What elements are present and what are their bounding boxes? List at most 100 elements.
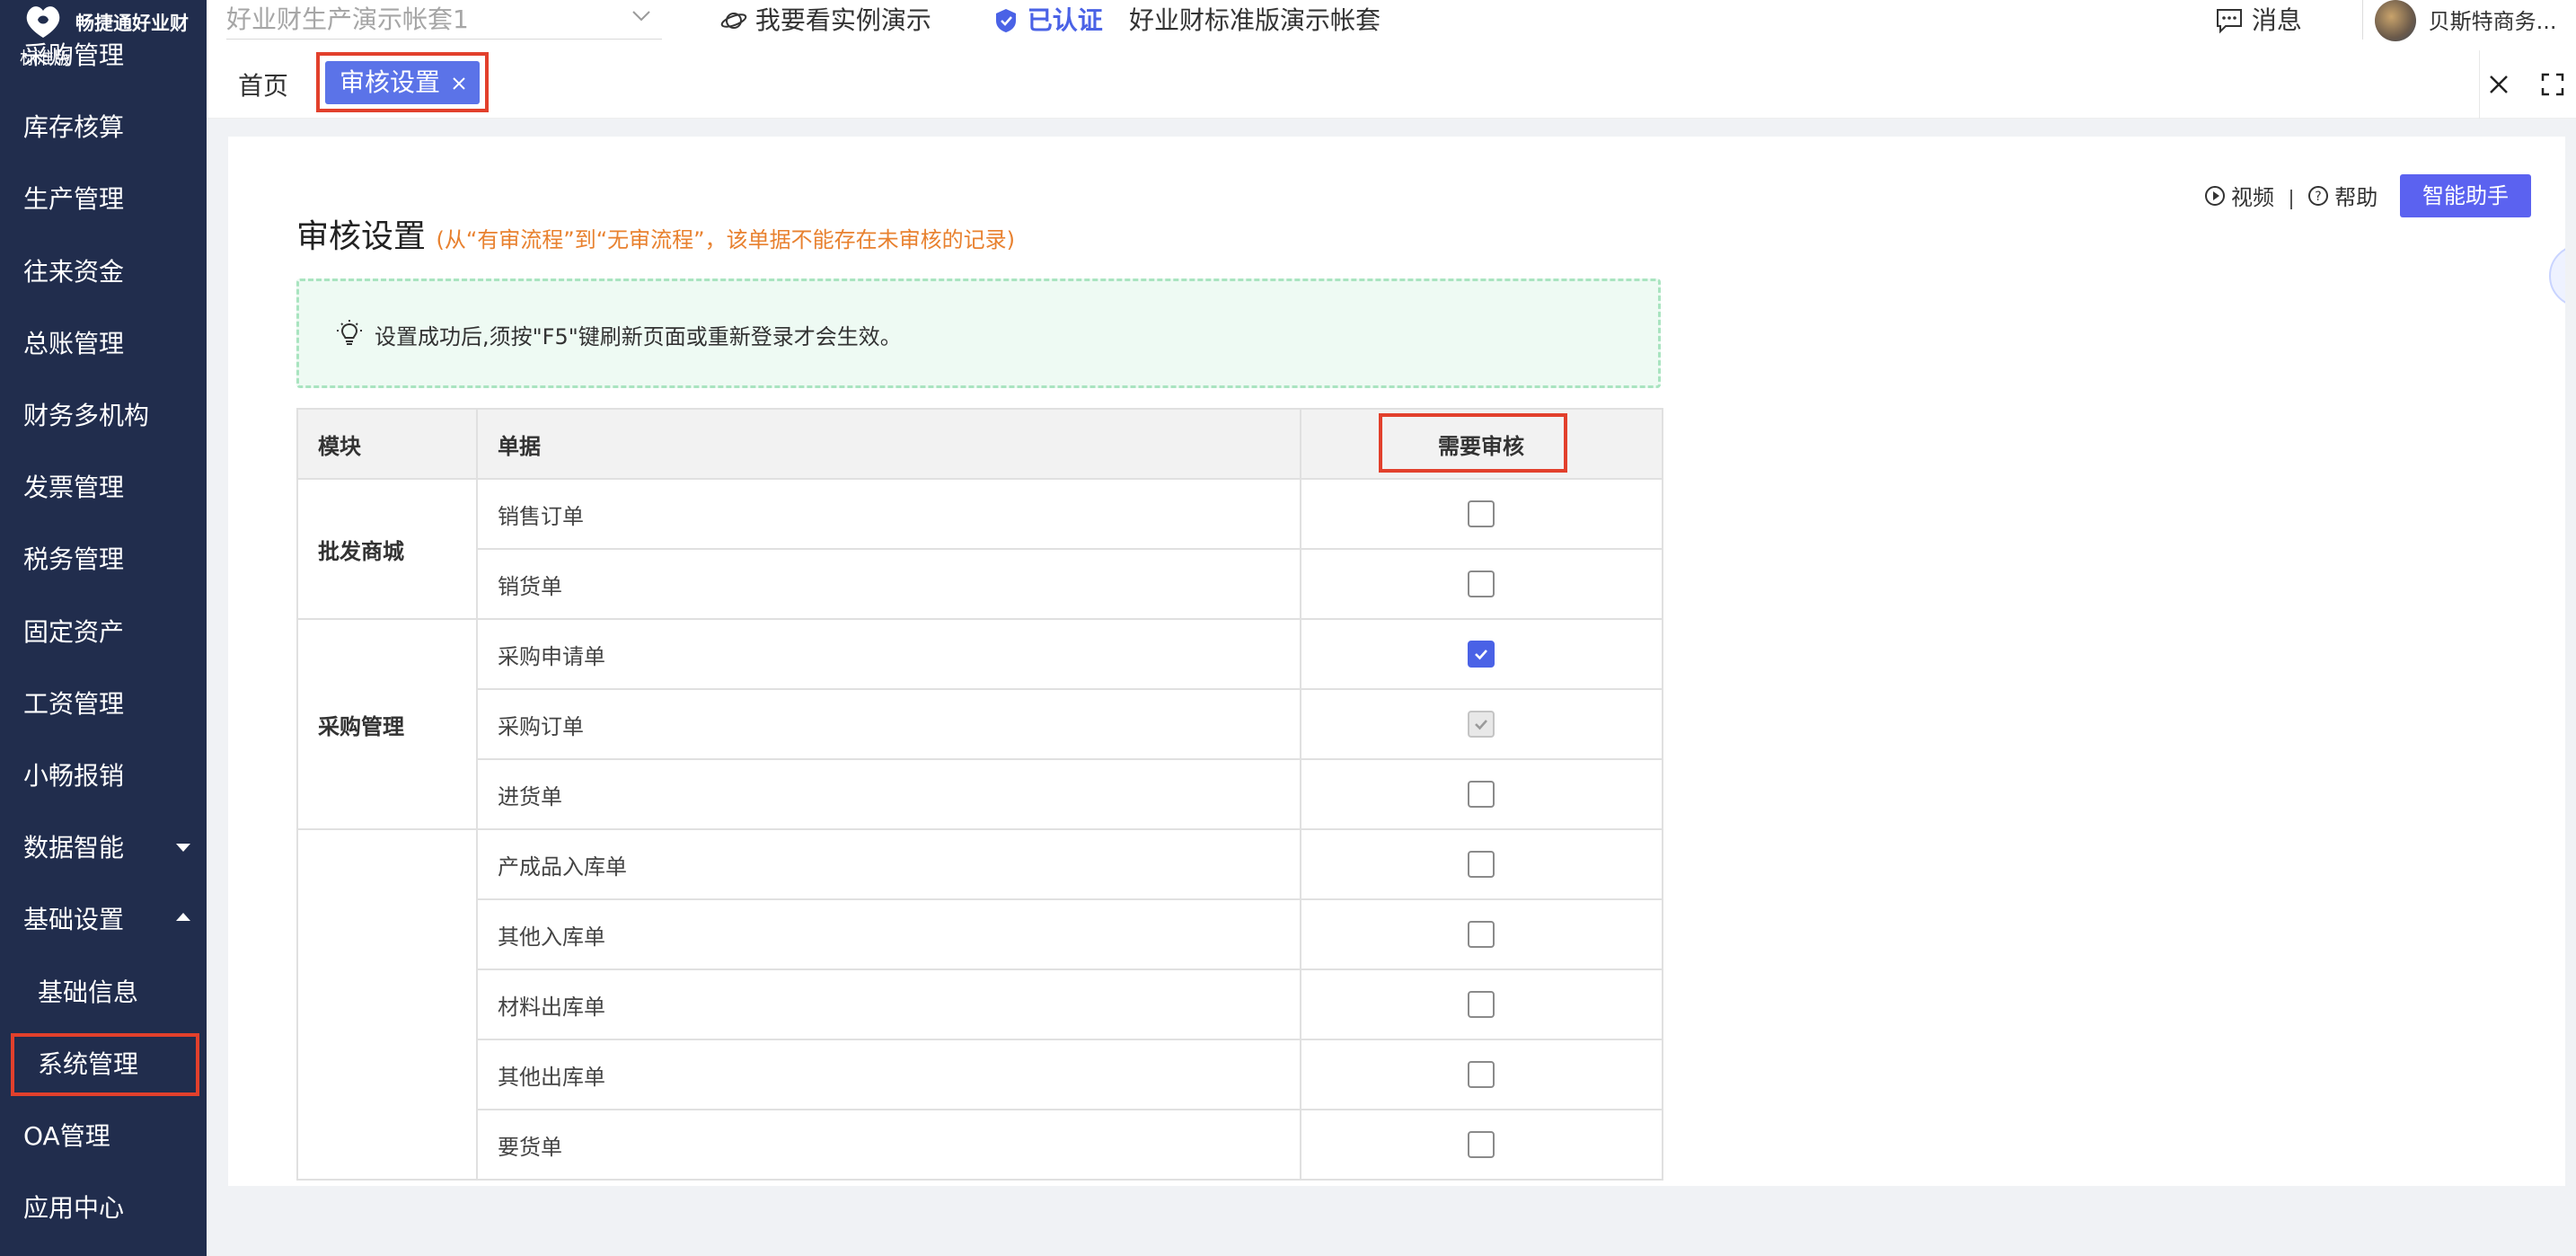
requires-audit-checkbox[interactable] — [1468, 991, 1495, 1018]
document-cell: 采购订单 — [476, 688, 1301, 760]
shield-icon — [996, 9, 1016, 32]
messages-label: 消息 — [2251, 5, 2302, 35]
document-cell: 材料出库单 — [476, 969, 1301, 1040]
help-button[interactable]: ? 帮助 — [2307, 180, 2378, 211]
floating-assistant-bubble[interactable] — [2549, 244, 2565, 307]
close-tab-icon[interactable] — [451, 75, 467, 92]
sidebar-item-0[interactable]: 采购管理 — [0, 24, 207, 87]
document-cell: 要货单 — [476, 1109, 1301, 1181]
check-icon — [1475, 650, 1487, 660]
sidebar-item-label: 财务多机构 — [23, 401, 150, 430]
sidebar-item-label: 生产管理 — [23, 184, 125, 215]
table-row: 产成品入库单 — [296, 828, 1663, 1181]
sidebar-item-12[interactable]: 基础设置 — [0, 889, 207, 951]
requires-audit-checkbox[interactable] — [1468, 1061, 1495, 1088]
document-cell: 采购申请单 — [476, 618, 1301, 690]
tip-text: 设置成功后,须按"F5"键刷新页面或重新登录才会生效。 — [375, 324, 902, 349]
header-highlight — [1379, 413, 1567, 473]
messages-button[interactable]: 消息 — [2215, 0, 2302, 41]
table-row: 采购管理 采购申请单 — [296, 618, 1663, 830]
check-icon — [1475, 720, 1487, 730]
fullscreen-icon[interactable] — [2540, 72, 2565, 97]
caret-down-icon — [176, 844, 190, 853]
requires-audit-checkbox[interactable] — [1468, 781, 1495, 808]
sidebar-item-label: 应用中心 — [23, 1193, 125, 1224]
sidebar-item-7[interactable]: 税务管理 — [0, 528, 207, 591]
requires-audit-cell — [1300, 548, 1663, 620]
sidebar-item-9[interactable]: 工资管理 — [0, 673, 207, 736]
sidebar-item-3[interactable]: 往来资金 — [0, 241, 207, 304]
sidebar-item-4[interactable]: 总账管理 — [0, 313, 207, 376]
requires-audit-checkbox[interactable] — [1468, 851, 1495, 878]
requires-audit-cell — [1300, 1039, 1663, 1110]
requires-audit-checkbox[interactable] — [1468, 1131, 1495, 1158]
sidebar-item-8[interactable]: 固定资产 — [0, 601, 207, 664]
sidebar-item-13[interactable]: 基础信息 — [0, 961, 207, 1024]
sidebar-item-10[interactable]: 小畅报销 — [0, 745, 207, 808]
tip-box: 设置成功后,须按"F5"键刷新页面或重新登录才会生效。 — [296, 279, 1661, 388]
header-document: 单据 — [476, 408, 1301, 480]
sidebar-item-label: 税务管理 — [23, 544, 125, 575]
avatar — [2375, 0, 2416, 41]
page-title-text: 审核设置 — [296, 218, 427, 255]
sidebar-item-14[interactable]: 系统管理 — [11, 1032, 199, 1096]
document-cell: 其他入库单 — [476, 898, 1301, 970]
table-row: 材料出库单 — [297, 969, 1663, 1040]
sidebar-item-6[interactable]: 发票管理 — [0, 456, 207, 519]
sidebar-item-label: 固定资产 — [23, 616, 125, 647]
table-row: 进货单 — [297, 758, 1663, 830]
sidebar-item-label: 往来资金 — [23, 256, 125, 287]
tab-divider — [2479, 50, 2480, 119]
message-icon — [2217, 9, 2242, 34]
sidebar-item-label: 库存核算 — [23, 112, 125, 143]
sidebar-item-15[interactable]: OA管理 — [0, 1105, 207, 1168]
table-row: 销货单 — [297, 548, 1663, 620]
document-cell: 其他出库单 — [476, 1039, 1301, 1110]
demo-link[interactable]: 我要看实例演示 — [720, 0, 931, 41]
smart-assistant-button[interactable]: 智能助手 — [2400, 174, 2531, 217]
caret-up-icon — [176, 913, 190, 922]
sidebar-item-label: 系统管理 — [38, 1048, 139, 1079]
document-cell: 进货单 — [476, 758, 1301, 830]
tab-audit-settings-label: 审核设置 — [340, 67, 441, 97]
requires-audit-checkbox[interactable] — [1468, 921, 1495, 948]
requires-audit-checkbox — [1468, 711, 1495, 738]
sidebar-item-11[interactable]: 数据智能 — [0, 817, 207, 880]
user-menu[interactable]: 贝斯特商务... — [2375, 0, 2557, 42]
requires-audit-cell — [1300, 898, 1663, 970]
play-circle-icon — [2205, 185, 2225, 206]
verified-badge: 已认证 — [993, 0, 1103, 41]
lightbulb-icon — [337, 320, 362, 345]
sidebar-item-16[interactable]: 应用中心 — [0, 1177, 207, 1240]
question-circle-icon: ? — [2308, 185, 2329, 206]
table-row: 其他入库单 — [297, 898, 1663, 970]
sidebar: 畅捷通好业财 标准版 采购管理 库存核算 生产管理 往来资金 总账管理 财务多机构 发票管理… — [0, 0, 207, 1256]
tools-divider — [2289, 189, 2292, 209]
sidebar-item-label: 采购管理 — [23, 40, 125, 70]
close-all-icon[interactable] — [2486, 72, 2511, 97]
requires-audit-cell — [1300, 969, 1663, 1040]
document-cell: 销货单 — [476, 548, 1301, 620]
video-label: 视频 — [2231, 185, 2274, 210]
demo-link-label: 我要看实例演示 — [754, 5, 931, 35]
table-header-row: 模块 单据 需要审核 — [296, 408, 1663, 480]
page-title: 审核设置 (从“有审流程”到“无审流程”，该单据不能存在未审核的记录) — [296, 210, 1015, 257]
header-requires-audit: 需要审核 — [1300, 408, 1663, 480]
topbar-divider — [2362, 0, 2363, 40]
sidebar-item-2[interactable]: 生产管理 — [0, 168, 207, 231]
sidebar-item-label: 发票管理 — [23, 473, 125, 503]
requires-audit-checkbox[interactable] — [1468, 641, 1495, 668]
account-select[interactable]: 好业财生产演示帐套1 — [226, 0, 662, 40]
requires-audit-cell — [1300, 758, 1663, 830]
requires-audit-cell — [1300, 478, 1663, 550]
requires-audit-cell — [1300, 618, 1663, 690]
tab-home[interactable]: 首页 — [238, 66, 288, 102]
requires-audit-checkbox[interactable] — [1468, 571, 1495, 597]
page-title-note: (从“有审流程”到“无审流程”，该单据不能存在未审核的记录) — [436, 227, 1015, 252]
video-button[interactable]: 视频 — [2204, 180, 2274, 211]
planet-icon — [720, 13, 747, 29]
requires-audit-checkbox[interactable] — [1468, 500, 1495, 527]
sidebar-item-5[interactable]: 财务多机构 — [0, 385, 207, 447]
sidebar-item-1[interactable]: 库存核算 — [0, 96, 207, 159]
tab-audit-settings[interactable]: 审核设置 — [325, 61, 480, 104]
